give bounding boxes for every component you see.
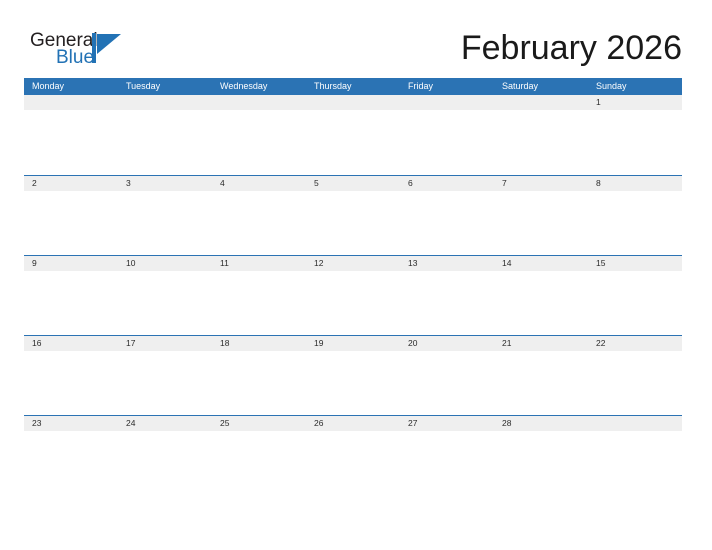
calendar-day-cell[interactable]: 28 (494, 416, 588, 431)
calendar-day-cell[interactable]: 18 (212, 336, 306, 351)
calendar-day-cell[interactable]: 15 (588, 256, 682, 271)
calendar-day-cell[interactable] (24, 95, 118, 110)
calendar-week-row: 16 17 18 19 20 21 22 (24, 335, 682, 415)
brand-name-bottom: Blue (56, 47, 95, 68)
calendar-week-row: 1 (24, 95, 682, 175)
calendar-day-cell[interactable]: 6 (400, 176, 494, 191)
calendar-day-cell[interactable]: 1 (588, 95, 682, 110)
calendar-day-cell[interactable]: 23 (24, 416, 118, 431)
calendar-day-cell[interactable]: 20 (400, 336, 494, 351)
weekday-header-tuesday: Tuesday (126, 81, 161, 91)
calendar-day-cell[interactable]: 22 (588, 336, 682, 351)
calendar-day-cell[interactable]: 8 (588, 176, 682, 191)
weekday-header-monday: Monday (32, 81, 65, 91)
calendar-day-cell[interactable]: 5 (306, 176, 400, 191)
calendar-day-cell[interactable]: 9 (24, 256, 118, 271)
calendar-day-cell[interactable] (118, 95, 212, 110)
day-number-band: 23 24 25 26 27 28 (24, 416, 682, 431)
page-header: General Blue February 2026 (0, 0, 712, 76)
calendar-week-row: 2 3 4 5 6 7 8 (24, 175, 682, 255)
calendar-day-cell[interactable]: 3 (118, 176, 212, 191)
weekday-header-row: Monday Tuesday Wednesday Thursday Friday… (24, 78, 682, 95)
calendar-day-cell[interactable]: 26 (306, 416, 400, 431)
calendar-day-cell[interactable]: 21 (494, 336, 588, 351)
calendar-day-cell[interactable] (306, 95, 400, 110)
brand-logo[interactable]: General Blue (30, 31, 150, 71)
calendar-day-cell[interactable]: 4 (212, 176, 306, 191)
calendar-day-cell[interactable]: 14 (494, 256, 588, 271)
calendar-day-cell[interactable]: 19 (306, 336, 400, 351)
day-number-band: 1 (24, 95, 682, 110)
calendar-day-cell[interactable]: 11 (212, 256, 306, 271)
calendar-day-cell[interactable] (400, 95, 494, 110)
weekday-header-thursday: Thursday (314, 81, 352, 91)
calendar-grid: Monday Tuesday Wednesday Thursday Friday… (24, 78, 682, 495)
calendar-day-cell[interactable] (494, 95, 588, 110)
calendar-week-row: 23 24 25 26 27 28 (24, 415, 682, 495)
weekday-header-sunday: Sunday (596, 81, 627, 91)
weekday-header-wednesday: Wednesday (220, 81, 268, 91)
calendar-day-cell[interactable]: 27 (400, 416, 494, 431)
calendar-day-cell[interactable] (588, 416, 682, 431)
calendar-day-cell[interactable]: 25 (212, 416, 306, 431)
pennant-flag-icon (92, 32, 126, 66)
calendar-day-cell[interactable]: 12 (306, 256, 400, 271)
calendar-day-cell[interactable]: 10 (118, 256, 212, 271)
calendar-day-cell[interactable]: 16 (24, 336, 118, 351)
weekday-header-friday: Friday (408, 81, 434, 91)
weekday-header-saturday: Saturday (502, 81, 539, 91)
calendar-day-cell[interactable]: 2 (24, 176, 118, 191)
calendar-week-row: 9 10 11 12 13 14 15 (24, 255, 682, 335)
day-number-band: 2 3 4 5 6 7 8 (24, 176, 682, 191)
calendar-day-cell[interactable]: 7 (494, 176, 588, 191)
day-number-band: 9 10 11 12 13 14 15 (24, 256, 682, 271)
calendar-day-cell[interactable]: 24 (118, 416, 212, 431)
calendar-day-cell[interactable] (212, 95, 306, 110)
page-title: February 2026 (460, 29, 682, 67)
day-number-band: 16 17 18 19 20 21 22 (24, 336, 682, 351)
calendar-day-cell[interactable]: 13 (400, 256, 494, 271)
calendar-day-cell[interactable]: 17 (118, 336, 212, 351)
calendar-page: General Blue February 2026 Monday Tuesda… (0, 0, 712, 550)
